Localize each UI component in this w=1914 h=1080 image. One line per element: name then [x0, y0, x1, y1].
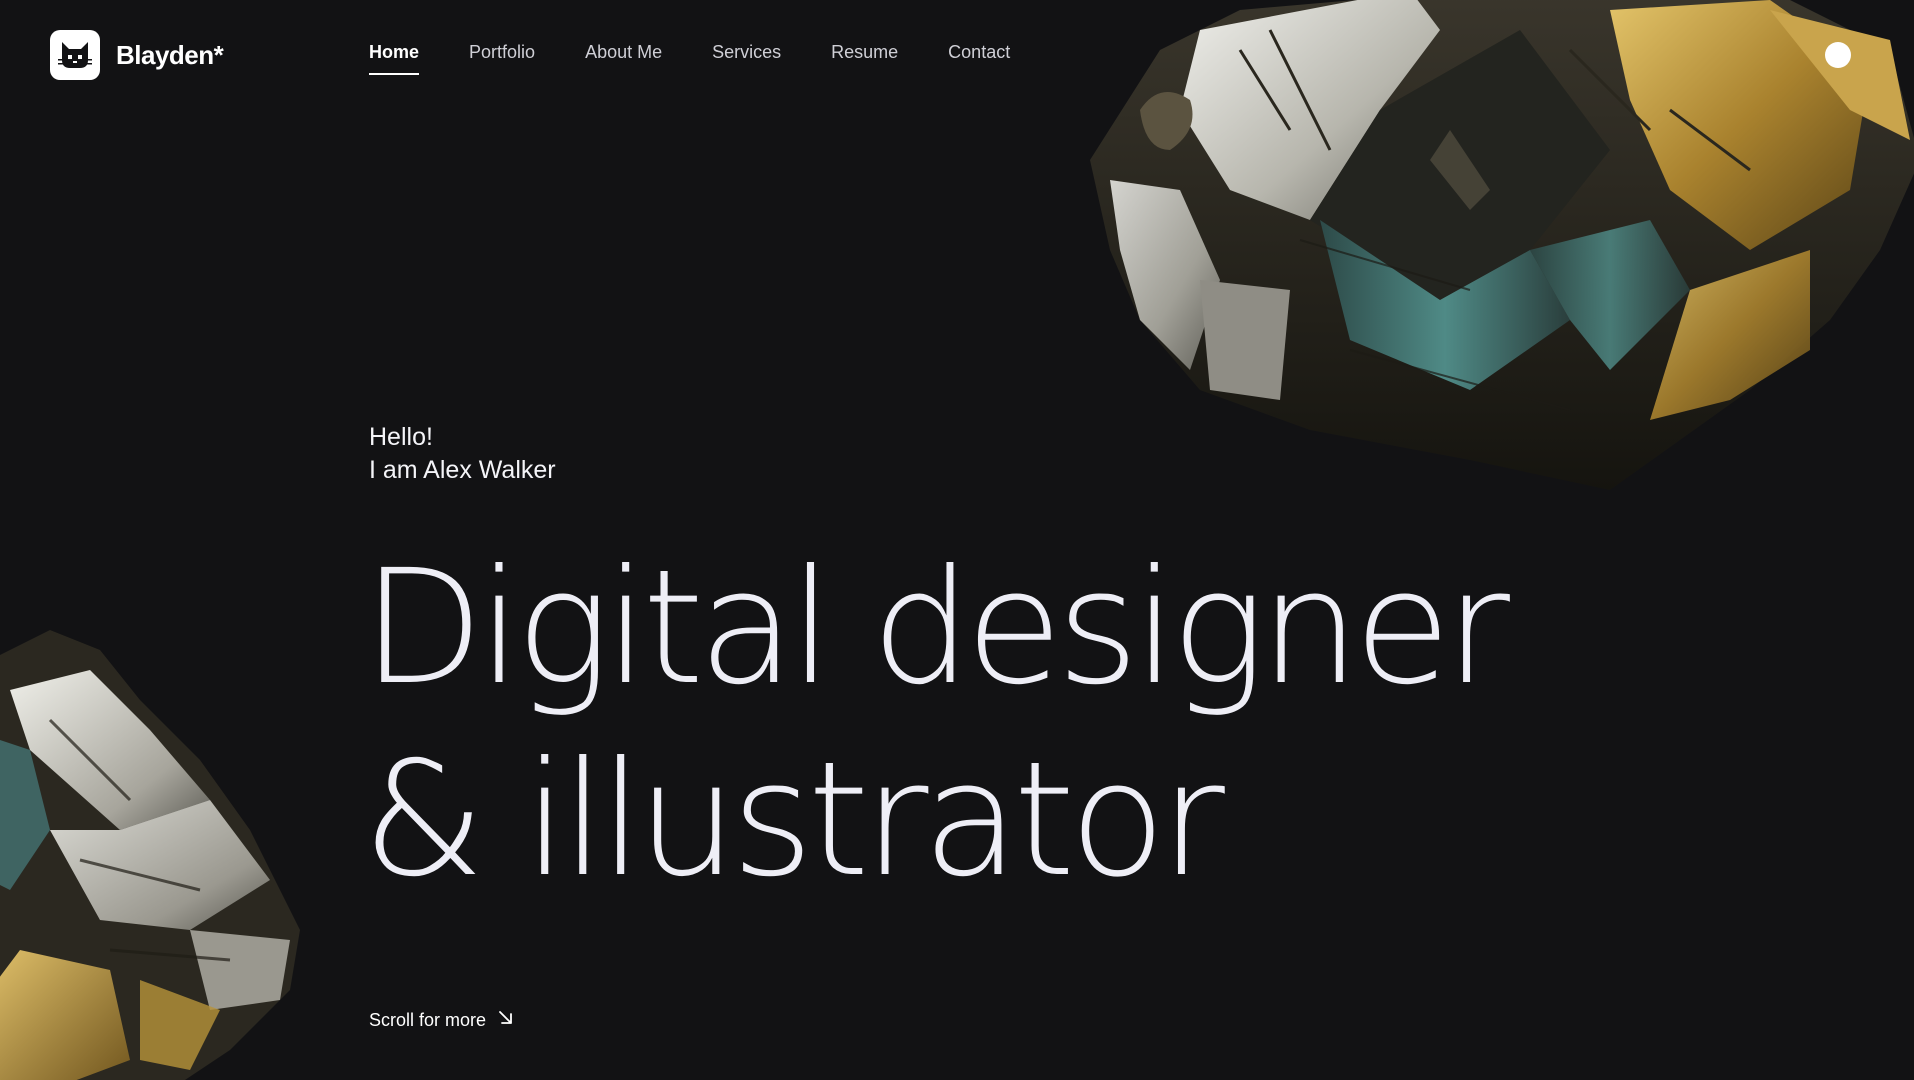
scroll-for-more-link[interactable]: Scroll for more: [369, 1010, 514, 1031]
rock-image-top: [1090, 0, 1914, 490]
brand-name: Blayden*: [116, 39, 224, 70]
greeting-line-1: Hello!: [369, 423, 433, 451]
brand-logo[interactable]: Blayden*: [50, 30, 224, 80]
nav-item-about-me[interactable]: About Me: [585, 42, 662, 75]
headline-line-1: Digital designer: [362, 536, 1510, 720]
page: Blayden* Home Portfolio About Me Service…: [0, 0, 1914, 1080]
hero-headline: Digital designer & illustrator: [362, 532, 1510, 916]
theme-toggle-button[interactable]: [1825, 42, 1851, 68]
main-nav: Home Portfolio About Me Services Resume …: [369, 42, 1060, 75]
headline-line-2: & illustrator: [362, 728, 1225, 912]
nav-item-contact[interactable]: Contact: [948, 42, 1010, 75]
scroll-label: Scroll for more: [369, 1010, 487, 1030]
nav-item-home[interactable]: Home: [369, 42, 420, 75]
nav-item-resume[interactable]: Resume: [831, 42, 898, 75]
arrow-down-right-icon: [498, 1010, 514, 1031]
rock-image-bottom: [0, 630, 300, 1080]
hero-greeting: Hello! I am Alex Walker: [369, 421, 556, 487]
cat-icon: [50, 30, 100, 80]
greeting-line-2: I am Alex Walker: [369, 456, 556, 484]
nav-item-portfolio[interactable]: Portfolio: [469, 42, 535, 75]
nav-item-services[interactable]: Services: [712, 42, 781, 75]
